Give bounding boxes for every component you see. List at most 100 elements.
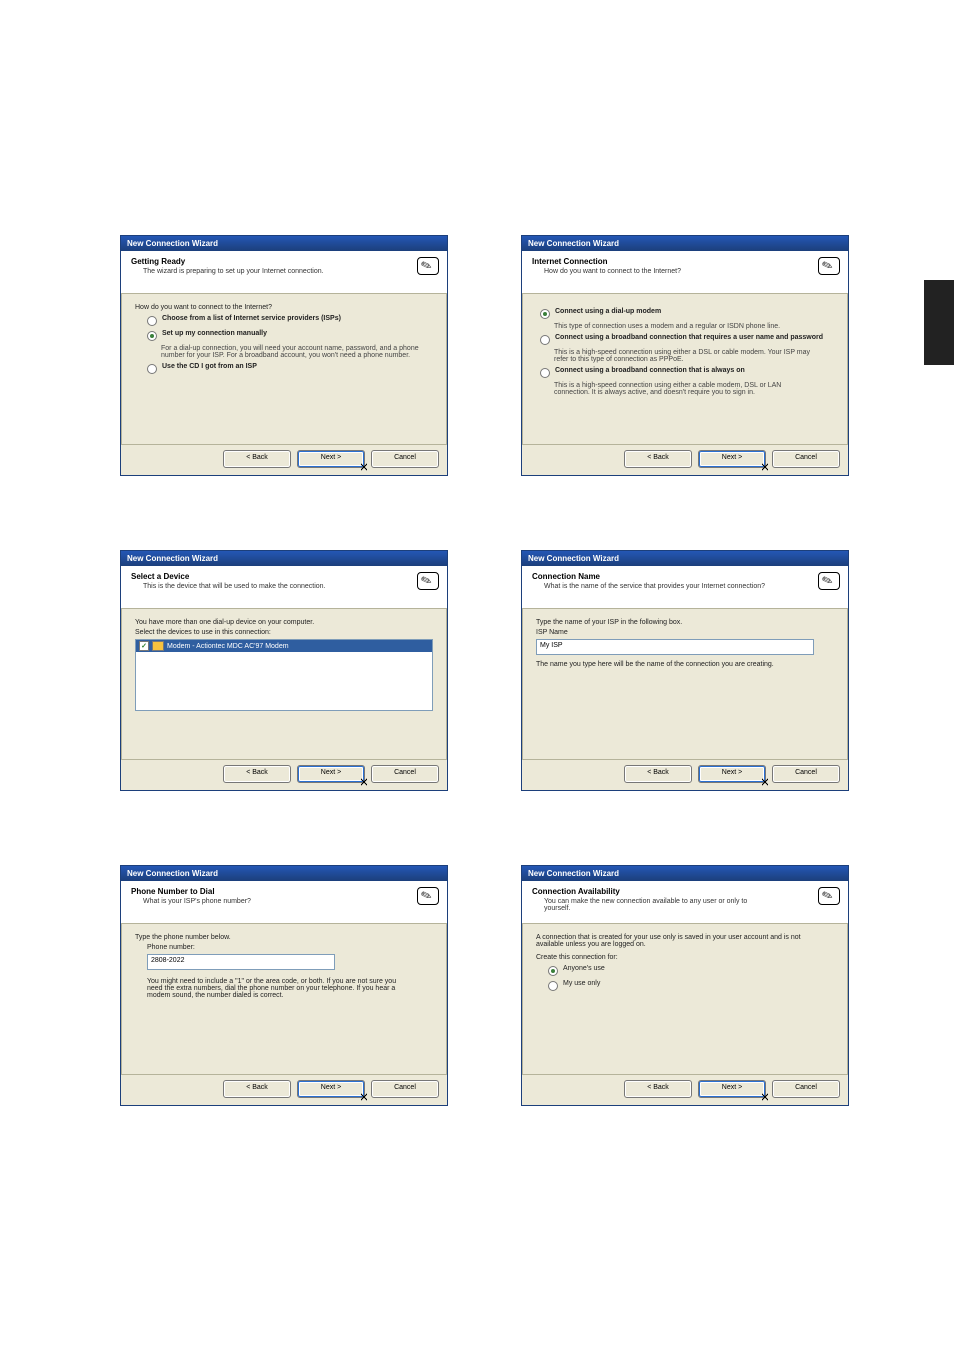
cancel-button[interactable]: Cancel: [371, 765, 439, 783]
prompt-label: Type the phone number below.: [135, 934, 433, 941]
back-button[interactable]: < Back: [223, 450, 291, 468]
isp-name-input[interactable]: My ISP: [536, 639, 814, 655]
next-button[interactable]: Next >: [698, 1080, 766, 1098]
wizard-hand-icon: [417, 572, 439, 590]
option-anyone[interactable]: Anyone's use: [548, 965, 834, 976]
option-label: Connect using a dial-up modem: [555, 308, 834, 315]
header-title: Connection Availability: [532, 887, 838, 896]
dialog-title: New Connection Wizard: [522, 551, 848, 566]
option-description: For a dial-up connection, you will need …: [161, 345, 421, 359]
header-subtitle: What is your ISP's phone number?: [143, 898, 373, 905]
wizard-hand-icon: [417, 257, 439, 275]
dialog-title: New Connection Wizard: [121, 551, 447, 566]
option-label: Anyone's use: [563, 965, 834, 972]
device-list[interactable]: ✓ Modem - Actiontec MDC AC'97 Modem: [135, 639, 433, 711]
info-label: You have more than one dial-up device on…: [135, 619, 433, 626]
header-subtitle: This is the device that will be used to …: [143, 583, 373, 590]
header-title: Getting Ready: [131, 257, 437, 266]
dialog-body: Connect using a dial-up modem This type …: [522, 294, 848, 444]
next-button[interactable]: Next >: [297, 765, 365, 783]
radio-icon: [548, 966, 558, 976]
option-label: Connect using a broadband connection tha…: [555, 367, 834, 374]
dialog-footer: < Back Next > Cancel: [522, 444, 848, 475]
radio-icon: [540, 368, 550, 378]
dialog-connection-name: New Connection Wizard Connection Name Wh…: [521, 550, 849, 791]
option-broadband-auth[interactable]: Connect using a broadband connection tha…: [540, 334, 834, 345]
dialog-body: Type the phone number below. Phone numbe…: [121, 924, 447, 1074]
isp-name-label: ISP Name: [536, 629, 834, 636]
info-label: A connection that is created for your us…: [536, 934, 816, 948]
hint-label: The name you type here will be the name …: [536, 661, 834, 668]
wizard-hand-icon: [417, 887, 439, 905]
option-manual[interactable]: Set up my connection manually: [147, 330, 433, 341]
dialog-footer: < Back Next > Cancel: [522, 759, 848, 790]
cancel-button[interactable]: Cancel: [772, 450, 840, 468]
question-label: How do you want to connect to the Intern…: [135, 304, 433, 311]
wizard-hand-icon: [818, 257, 840, 275]
option-description: This is a high-speed connection using ei…: [554, 382, 814, 396]
dialog-footer: < Back Next > Cancel: [121, 759, 447, 790]
option-label: My use only: [563, 980, 834, 987]
dialog-body: A connection that is created for your us…: [522, 924, 848, 1074]
option-isp-list[interactable]: Choose from a list of Internet service p…: [147, 315, 433, 326]
header-subtitle: How do you want to connect to the Intern…: [544, 268, 774, 275]
checkbox-checked-icon[interactable]: ✓: [139, 641, 149, 651]
next-button[interactable]: Next >: [698, 765, 766, 783]
radio-icon: [540, 335, 550, 345]
dialog-footer: < Back Next > Cancel: [522, 1074, 848, 1105]
page: New Connection Wizard Getting Ready The …: [0, 0, 954, 1351]
back-button[interactable]: < Back: [624, 1080, 692, 1098]
option-my-use-only[interactable]: My use only: [548, 980, 834, 991]
radio-icon: [147, 364, 157, 374]
create-for-label: Create this connection for:: [536, 954, 834, 961]
cancel-button[interactable]: Cancel: [371, 1080, 439, 1098]
header-title: Select a Device: [131, 572, 437, 581]
cancel-button[interactable]: Cancel: [772, 1080, 840, 1098]
wizard-hand-icon: [818, 887, 840, 905]
header-subtitle: What is the name of the service that pro…: [544, 583, 774, 590]
back-button[interactable]: < Back: [624, 765, 692, 783]
dialog-phone-number: New Connection Wizard Phone Number to Di…: [120, 865, 448, 1106]
option-label: Choose from a list of Internet service p…: [162, 315, 433, 322]
device-list-item[interactable]: ✓ Modem - Actiontec MDC AC'97 Modem: [136, 640, 432, 652]
dialog-title: New Connection Wizard: [121, 866, 447, 881]
screenshots-grid: New Connection Wizard Getting Ready The …: [120, 235, 850, 1106]
dialog-footer: < Back Next > Cancel: [121, 1074, 447, 1105]
prompt-label: Type the name of your ISP in the followi…: [536, 619, 834, 626]
next-button[interactable]: Next >: [698, 450, 766, 468]
option-label: Connect using a broadband connection tha…: [555, 334, 834, 341]
option-description: This type of connection uses a modem and…: [554, 323, 814, 330]
dialog-body: You have more than one dial-up device on…: [121, 609, 447, 759]
header-title: Connection Name: [532, 572, 838, 581]
dialog-footer: < Back Next > Cancel: [121, 444, 447, 475]
dialog-title: New Connection Wizard: [522, 866, 848, 881]
dialog-header: Getting Ready The wizard is preparing to…: [121, 251, 447, 294]
radio-icon: [147, 331, 157, 341]
header-subtitle: The wizard is preparing to set up your I…: [143, 268, 373, 275]
dialog-internet-connection: New Connection Wizard Internet Connectio…: [521, 235, 849, 476]
dialog-title: New Connection Wizard: [121, 236, 447, 251]
option-description: This is a high-speed connection using ei…: [554, 349, 814, 363]
header-subtitle: You can make the new connection availabl…: [544, 898, 774, 912]
option-broadband-always-on[interactable]: Connect using a broadband connection tha…: [540, 367, 834, 378]
next-button[interactable]: Next >: [297, 450, 365, 468]
dialog-header: Phone Number to Dial What is your ISP's …: [121, 881, 447, 924]
hint-label: You might need to include a "1" or the a…: [147, 978, 407, 999]
phone-input[interactable]: 2808-2022: [147, 954, 335, 970]
dialog-availability: New Connection Wizard Connection Availab…: [521, 865, 849, 1106]
cancel-button[interactable]: Cancel: [371, 450, 439, 468]
next-button[interactable]: Next >: [297, 1080, 365, 1098]
cancel-button[interactable]: Cancel: [772, 765, 840, 783]
option-label: Use the CD I got from an ISP: [162, 363, 433, 370]
option-dialup[interactable]: Connect using a dial-up modem: [540, 308, 834, 319]
radio-icon: [548, 981, 558, 991]
back-button[interactable]: < Back: [223, 1080, 291, 1098]
dialog-select-device: New Connection Wizard Select a Device Th…: [120, 550, 448, 791]
option-cd[interactable]: Use the CD I got from an ISP: [147, 363, 433, 374]
back-button[interactable]: < Back: [624, 450, 692, 468]
header-title: Internet Connection: [532, 257, 838, 266]
back-button[interactable]: < Back: [223, 765, 291, 783]
device-name: Modem - Actiontec MDC AC'97 Modem: [167, 643, 289, 650]
header-title: Phone Number to Dial: [131, 887, 437, 896]
dialog-header: Select a Device This is the device that …: [121, 566, 447, 609]
